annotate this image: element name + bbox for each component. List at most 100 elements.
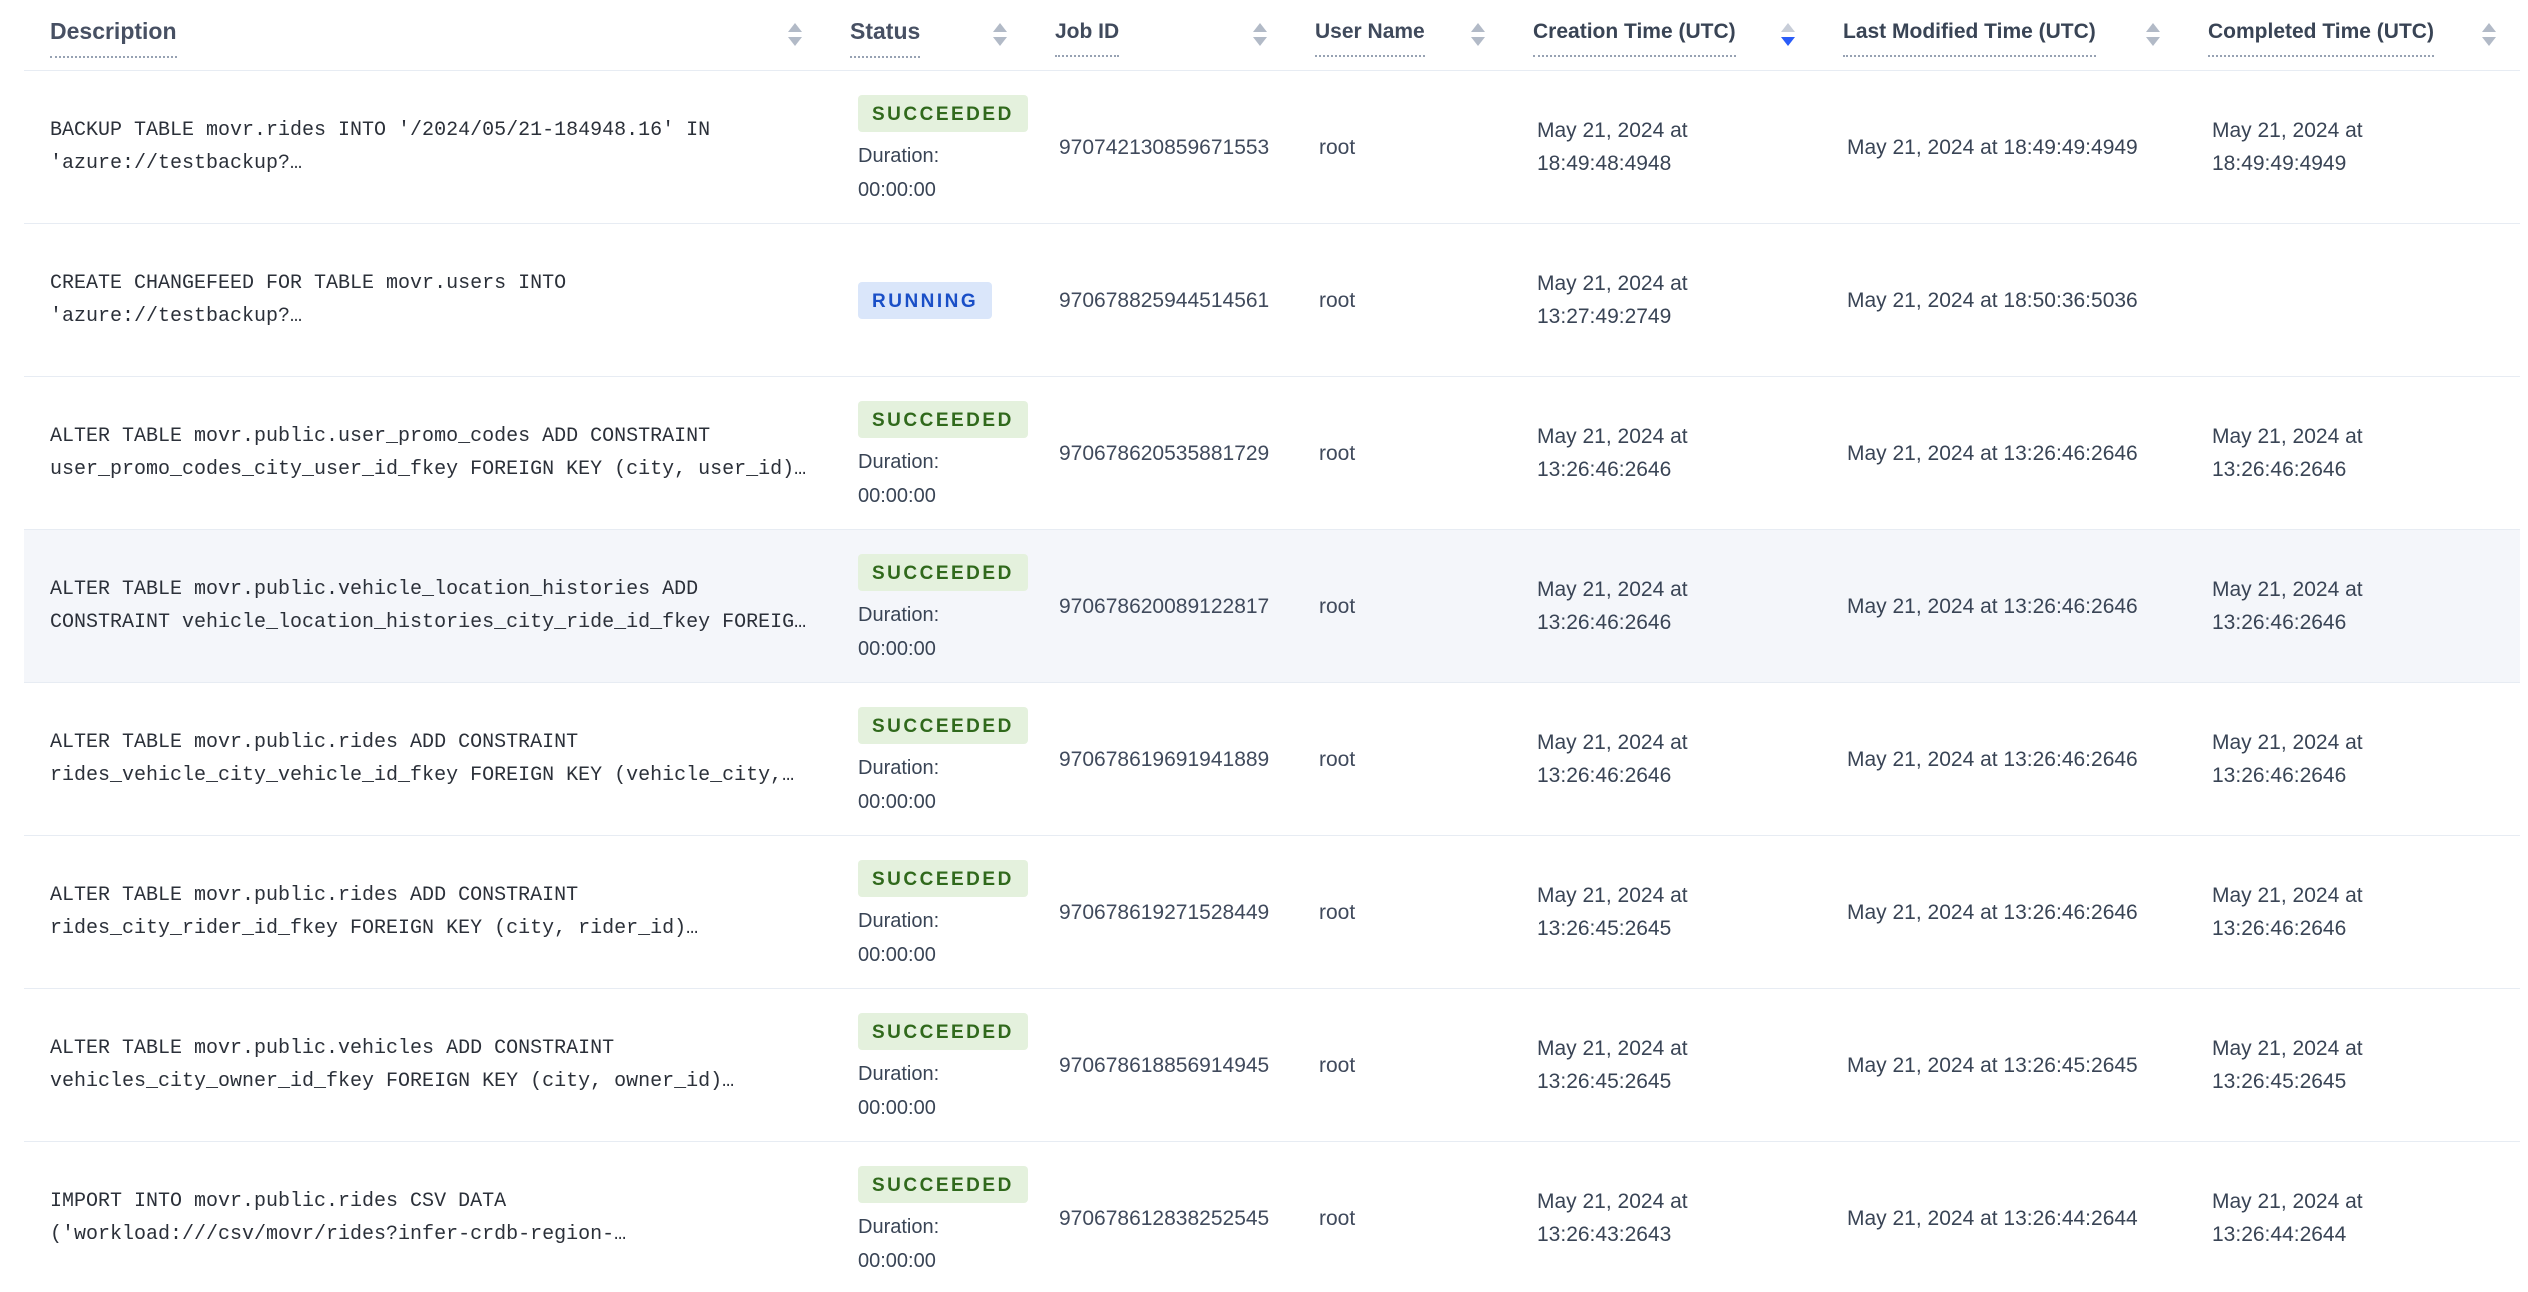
status-cell: SUCCEEDED Duration: 00:00:00 [850, 836, 1055, 988]
description-line-2: 'azure://testbackup?… [50, 304, 303, 328]
completed-time-cell [2208, 224, 2520, 376]
creation-time-cell: May 21, 2024 at 13:26:43:2643 [1533, 1142, 1843, 1292]
description-cell: ALTER TABLE movr.public.rides ADD CONSTR… [24, 836, 850, 988]
job-id: 970678619691941889 [1059, 747, 1270, 771]
table-row[interactable]: IMPORT INTO movr.public.rides CSV DATA (… [24, 1141, 2520, 1292]
job-id-cell: 970678618856914945 [1055, 989, 1315, 1141]
user-name-cell: root [1315, 1142, 1533, 1292]
table-row[interactable]: ALTER TABLE movr.public.vehicles ADD CON… [24, 988, 2520, 1141]
column-header-label: Description [50, 18, 177, 59]
status-cell: SUCCEEDED Duration: 00:00:00 [850, 1142, 1055, 1292]
column-header-user-name[interactable]: User Name [1315, 19, 1533, 58]
duration-label: Duration: [858, 1062, 940, 1085]
creation-time-cell: May 21, 2024 at 18:49:48:4948 [1533, 71, 1843, 223]
table-row[interactable]: BACKUP TABLE movr.rides INTO '/2024/05/2… [24, 70, 2520, 223]
completed-time-cell: May 21, 2024 at 13:26:45:2645 [2208, 989, 2520, 1141]
status-badge: SUCCEEDED [858, 859, 1028, 897]
creation-time-cell: May 21, 2024 at 13:26:45:2645 [1533, 836, 1843, 988]
last-modified-time-cell: May 21, 2024 at 13:26:46:2646 [1843, 530, 2208, 682]
job-id: 970678618856914945 [1059, 1053, 1270, 1077]
last-modified-time: May 21, 2024 at 18:49:49:4949 [1847, 135, 2138, 159]
last-modified-time: May 21, 2024 at 18:50:36:5036 [1847, 288, 2138, 312]
column-header-label: User Name [1315, 19, 1425, 58]
user-name-cell: root [1315, 683, 1533, 835]
sort-desc-icon [993, 36, 1007, 46]
last-modified-time: May 21, 2024 at 13:26:46:2646 [1847, 594, 2138, 618]
completed-time-line-2: 13:26:44:2644 [2212, 1223, 2347, 1246]
table-row[interactable]: ALTER TABLE movr.public.user_promo_codes… [24, 376, 2520, 529]
description-line-2: user_promo_codes_city_user_id_fkey FOREI… [50, 457, 807, 481]
user-name: root [1319, 594, 1356, 618]
column-header-creation-time[interactable]: Creation Time (UTC) [1533, 19, 1843, 58]
sort-asc-icon [993, 22, 1007, 32]
completed-time-line-1: May 21, 2024 at [2212, 578, 2363, 601]
description-cell: IMPORT INTO movr.public.rides CSV DATA (… [24, 1142, 850, 1292]
sort-desc-icon [1253, 36, 1267, 46]
column-header-description[interactable]: Description [24, 18, 850, 59]
job-id-cell: 970742130859671553 [1055, 71, 1315, 223]
table-row[interactable]: ALTER TABLE movr.public.rides ADD CONSTR… [24, 682, 2520, 835]
last-modified-time: May 21, 2024 at 13:26:46:2646 [1847, 441, 2138, 465]
completed-time-cell: May 21, 2024 at 18:49:49:4949 [2208, 71, 2520, 223]
status-cell: RUNNING Duration: [850, 224, 1055, 376]
user-name-cell: root [1315, 836, 1533, 988]
sort-desc-icon [2482, 36, 2496, 46]
table-row[interactable]: CREATE CHANGEFEED FOR TABLE movr.users I… [24, 223, 2520, 376]
completed-time-line-2: 13:26:46:2646 [2212, 458, 2347, 481]
creation-time-line-2: 13:26:46:2646 [1537, 458, 1672, 481]
duration-label: Duration: [858, 144, 940, 167]
duration-label: Duration: [858, 603, 940, 626]
completed-time-cell: May 21, 2024 at 13:26:46:2646 [2208, 683, 2520, 835]
column-header-completed-time[interactable]: Completed Time (UTC) [2208, 19, 2520, 58]
column-header-label: Last Modified Time (UTC) [1843, 19, 2096, 58]
column-header-last-modified-time[interactable]: Last Modified Time (UTC) [1843, 19, 2208, 58]
last-modified-time-cell: May 21, 2024 at 13:26:44:2644 [1843, 1142, 2208, 1292]
completed-time-line-2: 13:26:45:2645 [2212, 1070, 2347, 1093]
creation-time-cell: May 21, 2024 at 13:26:46:2646 [1533, 683, 1843, 835]
sort-asc-icon [2146, 22, 2160, 32]
job-id: 970678619271528449 [1059, 900, 1270, 924]
job-id: 970742130859671553 [1059, 135, 1270, 159]
table-row[interactable]: ALTER TABLE movr.public.rides ADD CONSTR… [24, 835, 2520, 988]
status-cell: SUCCEEDED Duration: 00:00:00 [850, 377, 1055, 529]
sort-asc-icon [1253, 22, 1267, 32]
sort-asc-icon [2482, 22, 2496, 32]
sort-asc-icon [788, 22, 802, 32]
description-cell: ALTER TABLE movr.public.user_promo_codes… [24, 377, 850, 529]
last-modified-time: May 21, 2024 at 13:26:46:2646 [1847, 747, 2138, 771]
user-name-cell: root [1315, 71, 1533, 223]
user-name-cell: root [1315, 989, 1533, 1141]
job-id-cell: 970678612838252545 [1055, 1142, 1315, 1292]
description-cell: CREATE CHANGEFEED FOR TABLE movr.users I… [24, 224, 850, 376]
last-modified-time: May 21, 2024 at 13:26:46:2646 [1847, 900, 2138, 924]
status-badge: SUCCEEDED [858, 553, 1028, 591]
description-cell: ALTER TABLE movr.public.vehicles ADD CON… [24, 989, 850, 1141]
duration-value: 00:00:00 [858, 637, 936, 660]
creation-time-line-1: May 21, 2024 at [1537, 272, 1688, 295]
sort-icons [1253, 22, 1267, 46]
creation-time-line-1: May 21, 2024 at [1537, 578, 1688, 601]
column-header-job-id[interactable]: Job ID [1055, 19, 1315, 58]
user-name: root [1319, 288, 1356, 312]
status-badge: SUCCEEDED [858, 1165, 1028, 1203]
job-id-cell: 970678825944514561 [1055, 224, 1315, 376]
sort-icons [993, 22, 1007, 46]
description-line-1: ALTER TABLE movr.public.vehicle_location… [50, 577, 699, 601]
job-id-cell: 970678620089122817 [1055, 530, 1315, 682]
table-row[interactable]: ALTER TABLE movr.public.vehicle_location… [24, 529, 2520, 682]
job-id-cell: 970678620535881729 [1055, 377, 1315, 529]
completed-time-line-1: May 21, 2024 at [2212, 1190, 2363, 1213]
completed-time-line-1: May 21, 2024 at [2212, 884, 2363, 907]
description-line-1: CREATE CHANGEFEED FOR TABLE movr.users I… [50, 271, 567, 295]
status-cell: SUCCEEDED Duration: 00:00:00 [850, 989, 1055, 1141]
last-modified-time-cell: May 21, 2024 at 18:50:36:5036 [1843, 224, 2208, 376]
sort-desc-icon [788, 36, 802, 46]
description-cell: ALTER TABLE movr.public.vehicle_location… [24, 530, 850, 682]
column-header-status[interactable]: Status [850, 18, 1055, 59]
sort-icons [1471, 22, 1485, 46]
completed-time-line-2: 13:26:46:2646 [2212, 611, 2347, 634]
sort-asc-icon [1781, 22, 1795, 32]
creation-time-line-2: 13:26:43:2643 [1537, 1223, 1672, 1246]
creation-time-line-2: 13:27:49:2749 [1537, 305, 1672, 328]
column-header-label: Status [850, 18, 921, 59]
